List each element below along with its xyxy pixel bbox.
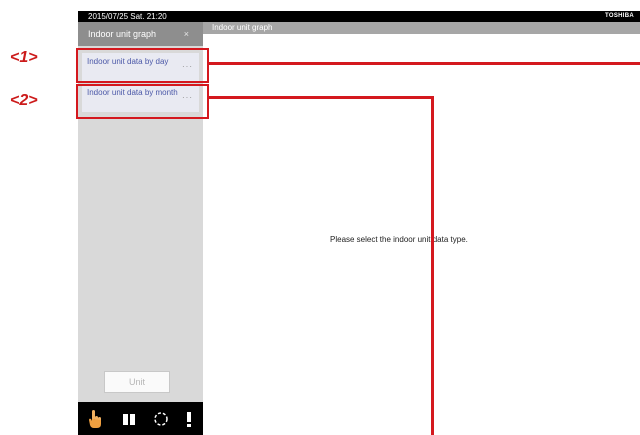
unit-button[interactable]: Unit — [104, 371, 170, 393]
highlight-box-1 — [76, 48, 209, 83]
hand-pointer-icon[interactable] — [86, 409, 104, 429]
callout-1: <1> — [10, 49, 38, 66]
leader-line-2-vertical — [431, 96, 434, 435]
sidebar-tab[interactable]: Indoor unit graph × — [78, 22, 203, 46]
leader-line-1 — [209, 62, 640, 65]
highlight-box-2 — [76, 84, 209, 119]
brand-logo: TOSHIBA — [605, 13, 634, 19]
select-type-message: Please select the indoor unit data type. — [330, 235, 468, 244]
status-bar: 2015/07/25 Sat. 21:20 TOSHIBA — [78, 11, 640, 22]
date-time: 2015/07/25 Sat. 21:20 — [88, 12, 167, 21]
callout-2: <2> — [10, 92, 38, 109]
alert-icon[interactable] — [180, 409, 198, 429]
sidebar-tab-label: Indoor unit graph — [88, 29, 157, 39]
refresh-icon[interactable] — [152, 409, 170, 429]
leader-line-2-horizontal — [209, 96, 434, 99]
pause-icon[interactable] — [120, 409, 138, 429]
main-header: Indoor unit graph — [203, 22, 640, 34]
bottom-toolbar — [78, 402, 203, 435]
close-icon[interactable]: × — [184, 22, 189, 46]
